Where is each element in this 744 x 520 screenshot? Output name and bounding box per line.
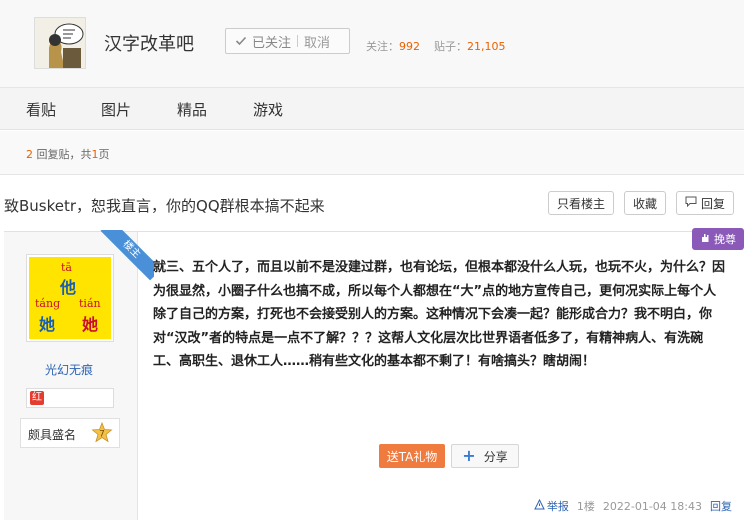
followers-count: 992 bbox=[399, 40, 420, 53]
member-tag: 红 bbox=[30, 391, 44, 405]
tab-featured[interactable]: 精品 bbox=[177, 99, 207, 120]
forum-header: 汉字改革吧 已关注 取消 关注：992 贴子：21,105 bbox=[0, 0, 744, 88]
reply-info-bar: 2 回复贴，共1页 bbox=[0, 131, 744, 175]
toupiao-label: 挽尊 bbox=[714, 233, 736, 246]
post-body: 就三、五个人了，而且以前不是没建过群，也有论坛，但根本都没什么人玩，也玩不火，为… bbox=[153, 260, 726, 369]
forum-avatar-icon bbox=[35, 18, 85, 68]
page-count: 1 bbox=[91, 148, 99, 161]
hand-icon bbox=[700, 232, 711, 246]
reply-button[interactable]: 回复 bbox=[676, 191, 734, 215]
forum-avatar[interactable] bbox=[34, 17, 86, 69]
tab-games[interactable]: 游戏 bbox=[253, 99, 283, 120]
floor-number: 1楼 bbox=[576, 500, 595, 513]
check-icon bbox=[235, 35, 247, 47]
tab-posts[interactable]: 看贴 bbox=[26, 99, 56, 120]
author-name[interactable]: 光幻无痕 bbox=[4, 361, 134, 378]
only-op-button[interactable]: 只看楼主 bbox=[548, 191, 614, 215]
thread-title: 致Busketr，恕我直言，你的QQ群根本搞不起来 bbox=[4, 197, 325, 215]
post-meta: 举报 1楼 2022-01-04 18:43 回复 bbox=[534, 498, 732, 514]
member-tag-box: 红 bbox=[26, 388, 114, 408]
share-label: 分享 bbox=[483, 449, 508, 464]
reply-count: 2 bbox=[26, 148, 33, 161]
level-title: 颇具盛名 bbox=[28, 428, 77, 442]
send-gift-button[interactable]: 送TA礼物 bbox=[379, 444, 445, 468]
divider bbox=[297, 35, 299, 47]
forum-stats: 关注：992 贴子：21,105 bbox=[366, 38, 506, 54]
forum-title[interactable]: 汉字改革吧 bbox=[104, 30, 194, 56]
reply-info: 2 回复贴，共1页 bbox=[26, 146, 110, 162]
level-badge[interactable]: 颇具盛名 7 bbox=[20, 418, 120, 448]
svg-text:7: 7 bbox=[99, 430, 105, 440]
share-button[interactable]: + 分享 bbox=[451, 444, 519, 468]
toupiao-button[interactable]: 挽尊 bbox=[692, 228, 744, 250]
page-suffix: 页 bbox=[98, 148, 110, 161]
followers-label: 关注： bbox=[366, 40, 399, 53]
post: tā 他 táng 她 tián 她 楼主 光幻无痕 红 颇具盛名 7 挽尊 就… bbox=[4, 228, 744, 520]
reply-button-label: 回复 bbox=[700, 196, 725, 211]
posts-label: 贴子： bbox=[434, 40, 467, 53]
plus-icon: + bbox=[462, 446, 476, 465]
post-content-area: 挽尊 就三、五个人了，而且以前不是没建过群，也有论坛，但根本都没什么人玩，也玩不… bbox=[139, 228, 744, 520]
level-star-icon: 7 bbox=[91, 421, 113, 444]
post-reply-link[interactable]: 回复 bbox=[710, 498, 732, 514]
reply-info-text: 回复贴，共 bbox=[36, 148, 92, 161]
report-icon bbox=[534, 498, 545, 513]
follow-toggle[interactable]: 已关注 取消 bbox=[225, 28, 350, 54]
post-timestamp: 2022-01-04 18:43 bbox=[602, 499, 702, 513]
tab-images[interactable]: 图片 bbox=[101, 99, 131, 120]
author-panel: tā 他 táng 她 tián 她 楼主 光幻无痕 红 颇具盛名 7 bbox=[4, 230, 154, 520]
forum-nav: 看贴 图片 精品 游戏 bbox=[0, 88, 744, 130]
followed-label: 已关注 bbox=[252, 35, 292, 51]
report-link[interactable]: 举报 bbox=[534, 498, 569, 514]
favorite-button[interactable]: 收藏 bbox=[624, 191, 666, 215]
unfollow-button[interactable]: 取消 bbox=[304, 32, 330, 51]
posts-count: 21,105 bbox=[467, 40, 506, 53]
comment-icon bbox=[685, 196, 697, 210]
